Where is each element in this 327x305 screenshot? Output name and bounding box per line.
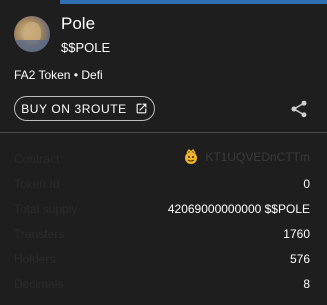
stat-value: 42069000000000 $$POLE <box>167 202 310 216</box>
stat-label: Transfers <box>14 227 65 241</box>
contract-address-link: KT1UQVEDnCTTm <box>205 150 310 164</box>
contract-avatar-icon <box>185 149 198 164</box>
external-link-icon <box>136 103 147 114</box>
section-divider <box>0 132 327 133</box>
token-symbol: $$POLE <box>61 40 111 55</box>
token-card: Pole $$POLE FA2 Token • Defi BUY ON 3ROU… <box>0 0 327 305</box>
stat-value: 8 <box>303 277 310 291</box>
buy-button-label: BUY ON 3ROUTE <box>21 101 127 116</box>
token-stats: Contract KT1UQVEDnCTTm Token Id 0 Total … <box>14 148 310 298</box>
stat-value: 576 <box>289 252 310 266</box>
stat-row-decimals: Decimals 8 <box>14 273 310 298</box>
token-avatar <box>14 16 50 52</box>
stat-value: 0 <box>303 177 310 191</box>
token-meta: FA2 Token • Defi <box>14 68 103 82</box>
stat-label: Decimals <box>14 277 64 291</box>
stat-label: Contract <box>14 152 60 166</box>
stat-row-transfers: Transfers 1760 <box>14 223 310 248</box>
stat-value: 1760 <box>283 227 310 241</box>
contract-value-wrap[interactable]: KT1UQVEDnCTTm <box>183 149 310 165</box>
stat-row-token-id: Token Id 0 <box>14 173 310 198</box>
buy-on-3route-button[interactable]: BUY ON 3ROUTE <box>14 96 155 121</box>
share-icon[interactable] <box>289 99 309 119</box>
stat-row-contract: Contract KT1UQVEDnCTTm <box>14 148 310 173</box>
stat-label: Token Id <box>14 177 60 191</box>
stat-label: Total supply <box>14 202 78 216</box>
stat-label: Holders <box>14 252 56 266</box>
stat-row-holders: Holders 576 <box>14 248 310 273</box>
stat-row-total-supply: Total supply 42069000000000 $$POLE <box>14 198 310 223</box>
token-name: Pole <box>61 14 96 33</box>
